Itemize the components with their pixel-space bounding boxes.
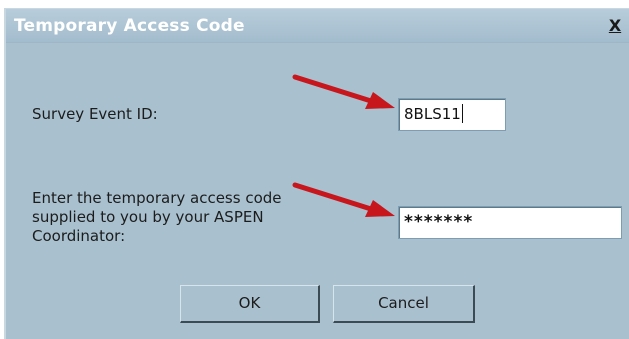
close-button[interactable]: X [607, 17, 623, 35]
access-code-label-line-1: Enter the temporary access code [32, 189, 282, 207]
dialog-title: Temporary Access Code [14, 16, 245, 36]
cancel-button[interactable]: Cancel [333, 285, 475, 323]
survey-event-id-input[interactable]: 8BLS11 [398, 98, 506, 131]
access-code-value: ******* [404, 212, 474, 232]
red-arrow-icon [292, 182, 395, 217]
text-caret [461, 103, 463, 123]
survey-event-id-value: 8BLS11 [404, 105, 461, 123]
temporary-access-dialog: Temporary Access Code X Survey Event ID:… [4, 8, 629, 339]
dialog-titlebar[interactable]: Temporary Access Code X [6, 9, 629, 43]
red-arrow-icon [292, 74, 395, 109]
survey-event-id-label: Survey Event ID: [32, 105, 158, 123]
close-icon: X [608, 16, 622, 35]
access-code-label-line-2: supplied to you by your ASPEN [32, 208, 264, 226]
access-code-input[interactable]: ******* [398, 206, 622, 239]
access-code-label-line-3: Coordinator: [32, 227, 126, 245]
access-code-label: Enter the temporary access code supplied… [32, 189, 302, 246]
ok-button[interactable]: OK [180, 285, 320, 323]
